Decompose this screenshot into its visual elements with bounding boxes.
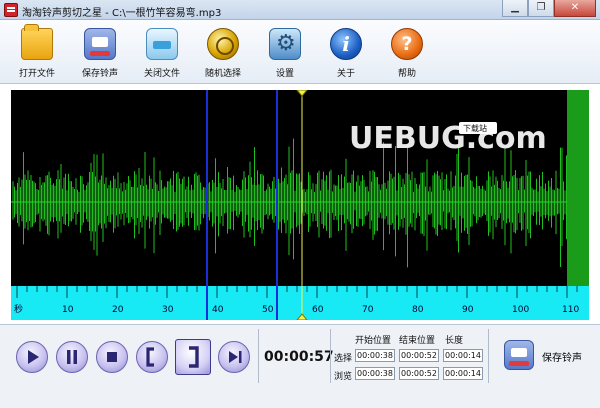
play-icon xyxy=(28,350,39,364)
ruler-tick-label: 10 xyxy=(62,305,74,315)
settings-label: 设置 xyxy=(275,69,294,79)
set-start-button[interactable] xyxy=(136,341,168,373)
save-ringtone-icon xyxy=(84,28,116,60)
control-panel: 00:00:57 开始位置 结束位置 长度 选择 00:00:38 00:00:… xyxy=(0,324,600,408)
preview-start-field[interactable]: 00:00:38 xyxy=(355,367,395,380)
preview-end-field[interactable]: 00:00:52 xyxy=(399,367,439,380)
play-to-end-icon xyxy=(229,351,242,363)
selection-length-field: 00:00:14 xyxy=(443,349,483,362)
about-icon: i xyxy=(330,28,362,60)
stop-button[interactable] xyxy=(96,341,128,373)
settings-button[interactable]: 设置 xyxy=(256,26,314,82)
stop-icon xyxy=(107,352,117,362)
ruler-tick-label: 80 xyxy=(412,305,424,315)
open-file-button[interactable]: 打开文件 xyxy=(8,24,66,82)
ruler-tick-label: 50 xyxy=(262,305,274,315)
window-controls: ▁ ❐ ✕ xyxy=(502,0,596,18)
divider xyxy=(330,329,331,383)
selection-start-field[interactable]: 00:00:38 xyxy=(355,349,395,362)
save-ringtone-label: 保存铃声 xyxy=(81,69,118,79)
watermark-tag: 下载站 xyxy=(463,123,487,133)
start-position-header: 开始位置 xyxy=(355,336,392,346)
waveform-end-block xyxy=(567,90,589,286)
preview-row-label: 浏览 xyxy=(334,372,353,382)
help-button[interactable]: ? 帮助 xyxy=(378,26,436,82)
random-select-button[interactable]: 随机选择 xyxy=(194,26,252,82)
close-file-button[interactable]: 关闭文件 xyxy=(133,26,191,82)
watermark: UEBUG.com 下载站 xyxy=(349,121,547,156)
window-title: 淘淘铃声剪切之星 - C:\一根竹竿容易弯.mp3 xyxy=(22,8,222,19)
ruler-tick-label: 110 xyxy=(562,305,579,315)
selection-row-label: 选择 xyxy=(334,354,353,364)
divider xyxy=(258,329,259,383)
pause-button[interactable] xyxy=(56,341,88,373)
save-ringtone-icon xyxy=(504,340,534,370)
set-end-button[interactable] xyxy=(175,339,211,375)
pause-icon xyxy=(67,350,77,364)
app-icon xyxy=(4,3,18,17)
ruler-tick-label: 30 xyxy=(162,305,174,315)
selection-end-field[interactable]: 00:00:52 xyxy=(399,349,439,362)
ruler-tick-label: 60 xyxy=(312,305,324,315)
ruler-tick-label: 20 xyxy=(112,305,124,315)
play-selection-button[interactable] xyxy=(218,341,250,373)
watermark-text: UEBUG.com xyxy=(349,121,547,156)
close-file-label: 关闭文件 xyxy=(143,69,180,79)
open-folder-icon xyxy=(21,24,53,60)
ruler-unit-label: 秒 xyxy=(14,303,23,315)
ruler-tick-label: 100 xyxy=(512,305,529,315)
about-label: 关于 xyxy=(336,69,355,79)
settings-icon xyxy=(269,28,301,60)
maximize-button[interactable]: ❐ xyxy=(528,0,554,17)
ruler-tick-label: 40 xyxy=(212,305,224,315)
play-button[interactable] xyxy=(16,341,48,373)
toolbar: 打开文件 保存铃声 关闭文件 随机选择 设置 i 关于 ? 帮助 xyxy=(0,20,600,84)
current-time: 00:00:57 xyxy=(264,349,334,365)
left-bracket-icon xyxy=(146,347,154,367)
waveform-panel[interactable]: 秒 10 20 30 40 50 60 70 80 90 100 110 UEBUG.com 下载站 xyxy=(11,90,589,320)
close-button[interactable]: ✕ xyxy=(554,0,596,17)
open-file-label: 打开文件 xyxy=(18,69,55,79)
help-label: 帮助 xyxy=(397,69,416,79)
save-ringtone-button-bottom[interactable]: 保存铃声 xyxy=(502,339,592,375)
title-bar: 淘淘铃声剪切之星 - C:\一根竹竿容易弯.mp3 ▁ ❐ ✕ xyxy=(0,0,600,20)
length-header: 长度 xyxy=(445,336,464,346)
right-bracket-icon xyxy=(189,346,199,368)
minimize-button[interactable]: ▁ xyxy=(502,0,528,17)
random-select-label: 随机选择 xyxy=(204,69,241,79)
end-position-header: 结束位置 xyxy=(399,336,436,346)
waveform-view[interactable]: 秒 10 20 30 40 50 60 70 80 90 100 110 UEBUG.com 下载站 xyxy=(11,90,589,320)
ruler-tick-label: 70 xyxy=(362,305,374,315)
random-select-icon xyxy=(207,28,239,60)
save-ringtone-button[interactable]: 保存铃声 xyxy=(71,26,129,82)
about-button[interactable]: i 关于 xyxy=(317,26,375,82)
preview-length-field: 00:00:14 xyxy=(443,367,483,380)
divider xyxy=(488,329,489,383)
time-ruler[interactable] xyxy=(11,286,589,320)
save-ringtone-label: 保存铃声 xyxy=(542,353,582,364)
help-icon: ? xyxy=(391,28,423,60)
ruler-tick-label: 90 xyxy=(462,305,474,315)
close-file-icon xyxy=(146,28,178,60)
